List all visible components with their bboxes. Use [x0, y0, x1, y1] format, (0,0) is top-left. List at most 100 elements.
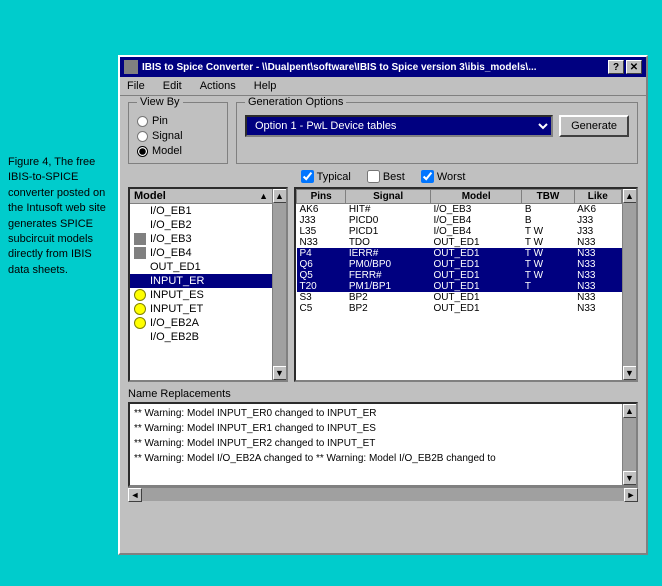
right-panel-scrollbar[interactable]: ▲ ▼	[622, 189, 636, 380]
table-row[interactable]: L35PICD1I/O_EB4T WJ33	[297, 226, 622, 237]
menu-file[interactable]: File	[124, 79, 148, 93]
table-cell-like: N33	[574, 292, 621, 303]
list-item[interactable]: I/O_EB3	[130, 232, 272, 246]
radio-pin[interactable]: Pin	[137, 115, 219, 127]
item-icon-empty	[134, 261, 146, 273]
help-button[interactable]: ?	[608, 60, 624, 74]
sort-icon: ▲	[259, 191, 268, 201]
list-item-label: INPUT_ET	[150, 303, 203, 315]
checkbox-best[interactable]: Best	[367, 170, 405, 183]
right-scroll-up-btn[interactable]: ▲	[623, 189, 637, 203]
list-item[interactable]: I/O_EB2	[130, 218, 272, 232]
table-cell-pins: P4	[297, 248, 346, 259]
table-cell-like: N33	[574, 281, 621, 292]
table-row[interactable]: T20PM1/BP1OUT_ED1TN33	[297, 281, 622, 292]
right-panel[interactable]: Pins Signal Model TBW Like AK6HIT#I/O_EB…	[294, 187, 638, 382]
left-panel-scrollbar[interactable]: ▲ ▼	[272, 189, 286, 380]
item-icon-gray	[134, 247, 146, 259]
col-tbw: TBW	[522, 190, 574, 204]
menu-actions[interactable]: Actions	[197, 79, 239, 93]
table-cell-signal: PICD1	[346, 226, 431, 237]
item-icon-empty	[134, 275, 146, 287]
table-row[interactable]: C5BP2OUT_ED1N33	[297, 303, 622, 314]
generate-button[interactable]: Generate	[559, 115, 629, 137]
view-by-group: View By Pin Signal Model	[128, 102, 228, 164]
text-scroll-track	[623, 418, 636, 471]
list-item[interactable]: I/O_EB4	[130, 246, 272, 260]
radio-signal[interactable]: Signal	[137, 130, 219, 142]
radio-pin-input[interactable]	[137, 116, 148, 127]
col-signal: Signal	[346, 190, 431, 204]
table-cell-pins: S3	[297, 292, 346, 303]
table-cell-tbw: T	[522, 281, 574, 292]
list-item[interactable]: OUT_ED1	[130, 260, 272, 274]
table-cell-like: J33	[574, 215, 621, 226]
table-cell-model: OUT_ED1	[430, 281, 521, 292]
radio-signal-input[interactable]	[137, 131, 148, 142]
table-row[interactable]: N33TDOOUT_ED1T WN33	[297, 237, 622, 248]
right-table-body: AK6HIT#I/O_EB3BAK6J33PICD0I/O_EB4BJ33L35…	[297, 204, 622, 315]
list-item[interactable]: I/O_EB2A	[130, 316, 272, 330]
table-cell-signal: FERR#	[346, 270, 431, 281]
menu-help[interactable]: Help	[251, 79, 280, 93]
scroll-up-btn[interactable]: ▲	[273, 189, 287, 203]
table-row[interactable]: S3BP2OUT_ED1N33	[297, 292, 622, 303]
radio-model-label: Model	[152, 145, 182, 157]
table-cell-pins: J33	[297, 215, 346, 226]
table-cell-signal: IERR#	[346, 248, 431, 259]
right-table: Pins Signal Model TBW Like AK6HIT#I/O_EB…	[296, 189, 622, 314]
right-scroll-down-btn[interactable]: ▼	[623, 366, 637, 380]
right-table-head: Pins Signal Model TBW Like	[297, 190, 622, 204]
item-icon-gray	[134, 233, 146, 245]
table-row[interactable]: J33PICD0I/O_EB4BJ33	[297, 215, 622, 226]
list-item-label: I/O_EB4	[150, 247, 192, 259]
h-scroll-track	[142, 488, 624, 501]
list-item[interactable]: I/O_EB2B	[130, 330, 272, 344]
h-scroll-right[interactable]: ►	[624, 488, 638, 502]
table-cell-pins: T20	[297, 281, 346, 292]
checkbox-typical[interactable]: Typical	[301, 170, 351, 183]
table-row[interactable]: AK6HIT#I/O_EB3BAK6	[297, 204, 622, 216]
table-row[interactable]: Q6PM0/BP0OUT_ED1T WN33	[297, 259, 622, 270]
item-icon-yellow	[134, 317, 146, 329]
radio-model[interactable]: Model	[137, 145, 219, 157]
gen-options-label: Generation Options	[245, 96, 346, 108]
table-cell-like: J33	[574, 226, 621, 237]
table-cell-tbw: T W	[522, 226, 574, 237]
list-item[interactable]: INPUT_ER	[130, 274, 272, 288]
col-like: Like	[574, 190, 621, 204]
scroll-down-btn[interactable]: ▼	[273, 366, 287, 380]
dropdown-row: Option 1 - PwL Device tables Generate	[245, 115, 629, 137]
list-item[interactable]: I/O_EB1	[130, 204, 272, 218]
radio-model-input[interactable]	[137, 146, 148, 157]
menu-edit[interactable]: Edit	[160, 79, 185, 93]
checkbox-typical-input[interactable]	[301, 170, 314, 183]
left-panel[interactable]: Model ▲ I/O_EB1I/O_EB2I/O_EB3I/O_EB4OUT_…	[128, 187, 288, 382]
list-item[interactable]: INPUT_ES	[130, 288, 272, 302]
option-dropdown[interactable]: Option 1 - PwL Device tables	[245, 115, 553, 137]
item-icon-empty	[134, 219, 146, 231]
radio-pin-label: Pin	[152, 115, 168, 127]
checkbox-worst[interactable]: Worst	[421, 170, 466, 183]
text-scroll-down[interactable]: ▼	[623, 471, 637, 485]
table-cell-model: OUT_ED1	[430, 248, 521, 259]
content-area: View By Pin Signal Model	[120, 96, 646, 507]
list-item[interactable]: INPUT_ET	[130, 302, 272, 316]
list-item-label: I/O_EB1	[150, 205, 192, 217]
list-item-label: I/O_EB2	[150, 219, 192, 231]
title-bar: IBIS to Spice Converter - \\Dualpent\sof…	[120, 57, 646, 77]
text-scroll-up[interactable]: ▲	[623, 404, 637, 418]
text-scrollbar[interactable]: ▲ ▼	[622, 404, 636, 485]
checkbox-worst-input[interactable]	[421, 170, 434, 183]
table-cell-pins: C5	[297, 303, 346, 314]
list-item-label: I/O_EB2A	[150, 317, 199, 329]
h-scrollbar[interactable]: ◄ ►	[128, 487, 638, 501]
right-scroll-track	[623, 203, 636, 366]
table-row[interactable]: P4IERR#OUT_ED1T WN33	[297, 248, 622, 259]
h-scroll-left[interactable]: ◄	[128, 488, 142, 502]
close-button[interactable]: ✕	[626, 60, 642, 74]
checkbox-worst-label: Worst	[437, 171, 466, 183]
table-cell-signal: BP2	[346, 292, 431, 303]
checkbox-best-input[interactable]	[367, 170, 380, 183]
table-row[interactable]: Q5FERR#OUT_ED1T WN33	[297, 270, 622, 281]
